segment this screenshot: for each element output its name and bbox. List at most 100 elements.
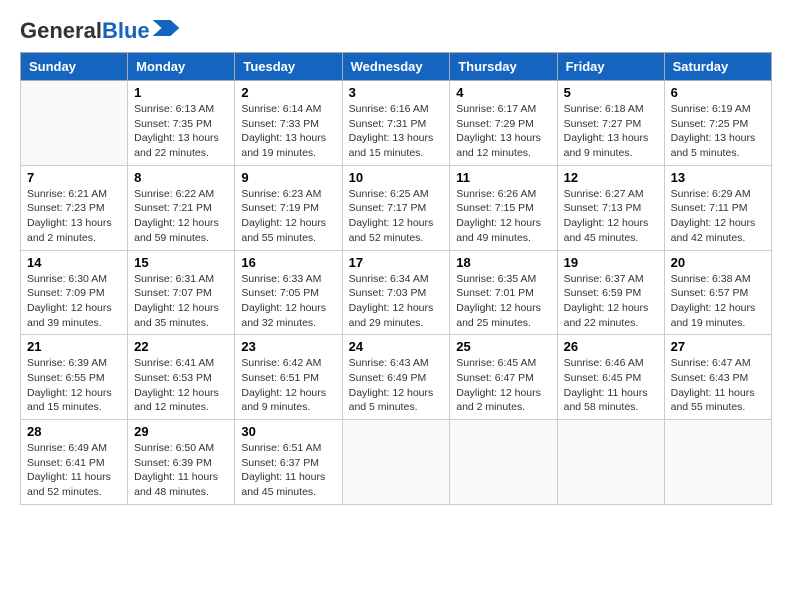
calendar-cell: 7 Sunrise: 6:21 AM Sunset: 7:23 PM Daylig… (21, 165, 128, 250)
day-number: 6 (671, 85, 765, 100)
calendar-cell: 1 Sunrise: 6:13 AM Sunset: 7:35 PM Daylig… (128, 81, 235, 166)
calendar-cell: 29 Sunrise: 6:50 AM Sunset: 6:39 PM Dayli… (128, 420, 235, 505)
day-info: Sunrise: 6:14 AM Sunset: 7:33 PM Dayligh… (241, 102, 335, 161)
day-info: Sunrise: 6:45 AM Sunset: 6:47 PM Dayligh… (456, 356, 550, 415)
calendar-cell: 28 Sunrise: 6:49 AM Sunset: 6:41 PM Dayli… (21, 420, 128, 505)
day-of-week-header: Friday (557, 53, 664, 81)
day-number: 23 (241, 339, 335, 354)
calendar-cell: 17 Sunrise: 6:34 AM Sunset: 7:03 PM Dayli… (342, 250, 450, 335)
day-info: Sunrise: 6:19 AM Sunset: 7:25 PM Dayligh… (671, 102, 765, 161)
day-info: Sunrise: 6:39 AM Sunset: 6:55 PM Dayligh… (27, 356, 121, 415)
calendar-week-row: 1 Sunrise: 6:13 AM Sunset: 7:35 PM Daylig… (21, 81, 772, 166)
day-number: 5 (564, 85, 658, 100)
day-number: 21 (27, 339, 121, 354)
day-info: Sunrise: 6:17 AM Sunset: 7:29 PM Dayligh… (456, 102, 550, 161)
logo-icon (152, 20, 180, 36)
calendar-cell: 4 Sunrise: 6:17 AM Sunset: 7:29 PM Daylig… (450, 81, 557, 166)
day-info: Sunrise: 6:46 AM Sunset: 6:45 PM Dayligh… (564, 356, 658, 415)
calendar-cell: 8 Sunrise: 6:22 AM Sunset: 7:21 PM Daylig… (128, 165, 235, 250)
day-number: 27 (671, 339, 765, 354)
calendar-cell: 5 Sunrise: 6:18 AM Sunset: 7:27 PM Daylig… (557, 81, 664, 166)
calendar-cell: 24 Sunrise: 6:43 AM Sunset: 6:49 PM Dayli… (342, 335, 450, 420)
day-of-week-header: Thursday (450, 53, 557, 81)
calendar-cell: 26 Sunrise: 6:46 AM Sunset: 6:45 PM Dayli… (557, 335, 664, 420)
calendar-cell: 23 Sunrise: 6:42 AM Sunset: 6:51 PM Dayli… (235, 335, 342, 420)
day-number: 2 (241, 85, 335, 100)
calendar-header-row: SundayMondayTuesdayWednesdayThursdayFrid… (21, 53, 772, 81)
day-info: Sunrise: 6:33 AM Sunset: 7:05 PM Dayligh… (241, 272, 335, 331)
calendar-week-row: 14 Sunrise: 6:30 AM Sunset: 7:09 PM Dayli… (21, 250, 772, 335)
calendar-cell: 10 Sunrise: 6:25 AM Sunset: 7:17 PM Dayli… (342, 165, 450, 250)
calendar-cell (21, 81, 128, 166)
day-info: Sunrise: 6:42 AM Sunset: 6:51 PM Dayligh… (241, 356, 335, 415)
logo-text: GeneralBlue (20, 20, 150, 42)
calendar-cell (664, 420, 771, 505)
day-info: Sunrise: 6:35 AM Sunset: 7:01 PM Dayligh… (456, 272, 550, 331)
calendar-cell: 3Sunrise: 6:16 AM Sunset: 7:31 PM Daylig… (342, 81, 450, 166)
calendar-cell: 9 Sunrise: 6:23 AM Sunset: 7:19 PM Daylig… (235, 165, 342, 250)
day-info: Sunrise: 6:25 AM Sunset: 7:17 PM Dayligh… (349, 187, 444, 246)
day-info: Sunrise: 6:18 AM Sunset: 7:27 PM Dayligh… (564, 102, 658, 161)
day-number: 24 (349, 339, 444, 354)
calendar-table: SundayMondayTuesdayWednesdayThursdayFrid… (20, 52, 772, 505)
day-number: 15 (134, 255, 228, 270)
calendar-cell: 16 Sunrise: 6:33 AM Sunset: 7:05 PM Dayli… (235, 250, 342, 335)
day-info: Sunrise: 6:30 AM Sunset: 7:09 PM Dayligh… (27, 272, 121, 331)
calendar-cell (557, 420, 664, 505)
calendar-cell: 2 Sunrise: 6:14 AM Sunset: 7:33 PM Daylig… (235, 81, 342, 166)
calendar-cell: 25 Sunrise: 6:45 AM Sunset: 6:47 PM Dayli… (450, 335, 557, 420)
day-number: 25 (456, 339, 550, 354)
day-info: Sunrise: 6:31 AM Sunset: 7:07 PM Dayligh… (134, 272, 228, 331)
day-number: 12 (564, 170, 658, 185)
calendar-week-row: 28 Sunrise: 6:49 AM Sunset: 6:41 PM Dayli… (21, 420, 772, 505)
day-info: Sunrise: 6:43 AM Sunset: 6:49 PM Dayligh… (349, 356, 444, 415)
day-info: Sunrise: 6:41 AM Sunset: 6:53 PM Dayligh… (134, 356, 228, 415)
page-header: GeneralBlue (20, 20, 772, 42)
day-info: Sunrise: 6:16 AM Sunset: 7:31 PM Dayligh… (349, 102, 444, 161)
day-info: Sunrise: 6:27 AM Sunset: 7:13 PM Dayligh… (564, 187, 658, 246)
day-number: 28 (27, 424, 121, 439)
day-info: Sunrise: 6:13 AM Sunset: 7:35 PM Dayligh… (134, 102, 228, 161)
calendar-cell: 12 Sunrise: 6:27 AM Sunset: 7:13 PM Dayli… (557, 165, 664, 250)
calendar-cell: 30Sunrise: 6:51 AM Sunset: 6:37 PM Dayli… (235, 420, 342, 505)
day-info: Sunrise: 6:38 AM Sunset: 6:57 PM Dayligh… (671, 272, 765, 331)
day-info: Sunrise: 6:47 AM Sunset: 6:43 PM Dayligh… (671, 356, 765, 415)
day-info: Sunrise: 6:21 AM Sunset: 7:23 PM Dayligh… (27, 187, 121, 246)
calendar-cell: 15 Sunrise: 6:31 AM Sunset: 7:07 PM Dayli… (128, 250, 235, 335)
day-number: 17 (349, 255, 444, 270)
calendar-cell: 13Sunrise: 6:29 AM Sunset: 7:11 PM Dayli… (664, 165, 771, 250)
day-number: 1 (134, 85, 228, 100)
day-number: 19 (564, 255, 658, 270)
day-info: Sunrise: 6:37 AM Sunset: 6:59 PM Dayligh… (564, 272, 658, 331)
day-of-week-header: Tuesday (235, 53, 342, 81)
day-number: 16 (241, 255, 335, 270)
day-number: 26 (564, 339, 658, 354)
calendar-week-row: 21 Sunrise: 6:39 AM Sunset: 6:55 PM Dayli… (21, 335, 772, 420)
day-info: Sunrise: 6:23 AM Sunset: 7:19 PM Dayligh… (241, 187, 335, 246)
day-number: 30 (241, 424, 335, 439)
day-info: Sunrise: 6:26 AM Sunset: 7:15 PM Dayligh… (456, 187, 550, 246)
calendar-cell: 21 Sunrise: 6:39 AM Sunset: 6:55 PM Dayli… (21, 335, 128, 420)
day-info: Sunrise: 6:22 AM Sunset: 7:21 PM Dayligh… (134, 187, 228, 246)
day-info: Sunrise: 6:34 AM Sunset: 7:03 PM Dayligh… (349, 272, 444, 331)
day-info: Sunrise: 6:49 AM Sunset: 6:41 PM Dayligh… (27, 441, 121, 500)
calendar-cell: 6 Sunrise: 6:19 AM Sunset: 7:25 PM Daylig… (664, 81, 771, 166)
day-number: 8 (134, 170, 228, 185)
day-number: 7 (27, 170, 121, 185)
calendar-week-row: 7 Sunrise: 6:21 AM Sunset: 7:23 PM Daylig… (21, 165, 772, 250)
day-of-week-header: Wednesday (342, 53, 450, 81)
calendar-cell: 27 Sunrise: 6:47 AM Sunset: 6:43 PM Dayli… (664, 335, 771, 420)
day-number: 9 (241, 170, 335, 185)
day-number: 10 (349, 170, 444, 185)
calendar-cell (450, 420, 557, 505)
day-number: 11 (456, 170, 550, 185)
day-number: 20 (671, 255, 765, 270)
calendar-cell: 22Sunrise: 6:41 AM Sunset: 6:53 PM Dayli… (128, 335, 235, 420)
calendar-cell: 14 Sunrise: 6:30 AM Sunset: 7:09 PM Dayli… (21, 250, 128, 335)
day-number: 4 (456, 85, 550, 100)
day-info: Sunrise: 6:50 AM Sunset: 6:39 PM Dayligh… (134, 441, 228, 500)
day-number: 29 (134, 424, 228, 439)
day-number: 18 (456, 255, 550, 270)
calendar-cell: 18 Sunrise: 6:35 AM Sunset: 7:01 PM Dayli… (450, 250, 557, 335)
day-number: 14 (27, 255, 121, 270)
